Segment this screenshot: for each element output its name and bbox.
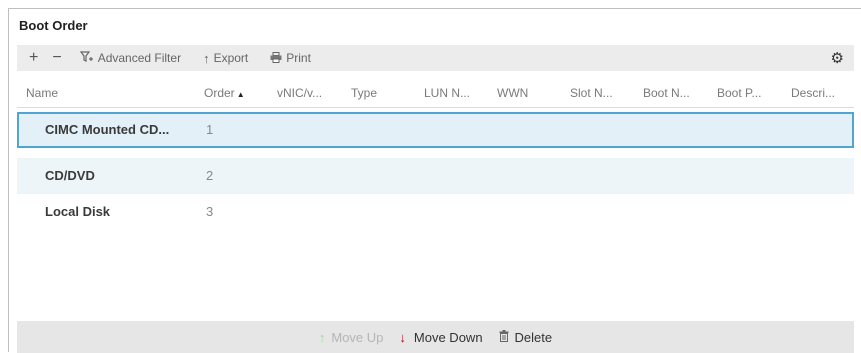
gear-icon[interactable]: ⚙ [831, 49, 844, 67]
column-header-description[interactable]: Descri... [791, 86, 835, 100]
row-order: 2 [206, 168, 214, 183]
filter-icon [79, 50, 94, 66]
footer-actions: ↑ Move Up ↓ Move Down Delete [17, 321, 854, 353]
row-order: 3 [206, 204, 214, 219]
move-down-label: Move Down [413, 329, 483, 345]
delete-button[interactable]: Delete [499, 329, 553, 345]
row-name: Local Disk [45, 204, 111, 219]
boot-order-panel: Boot Order + − Advanced Filter ↑ Export … [8, 8, 861, 353]
row-name: CIMC Mounted CD... [45, 122, 170, 137]
arrow-up-icon: ↑ [318, 329, 326, 345]
column-header-slot[interactable]: Slot N... [570, 86, 613, 100]
export-label: Export [213, 51, 249, 65]
move-up-label: Move Up [331, 329, 384, 345]
move-up-button[interactable]: ↑ Move Up [319, 330, 384, 345]
column-header-order[interactable]: Order ▲ [204, 86, 245, 100]
print-label: Print [286, 51, 311, 65]
column-header-wwn[interactable]: WWN [497, 86, 528, 100]
arrow-down-icon: ↓ [399, 329, 406, 345]
table-row[interactable]: Local Disk 3 [17, 194, 854, 230]
delete-label: Delete [514, 329, 553, 345]
print-button[interactable]: Print [270, 51, 311, 66]
remove-button[interactable]: − [52, 49, 61, 67]
column-header-boot-name[interactable]: Boot N... [643, 86, 690, 100]
column-header-vnic[interactable]: vNIC/v... [277, 86, 322, 100]
advanced-filter-button[interactable]: Advanced Filter [79, 50, 182, 66]
toolbar: + − Advanced Filter ↑ Export Print ⚙ [17, 45, 854, 71]
row-order: 1 [206, 122, 214, 137]
column-header-type[interactable]: Type [351, 86, 377, 100]
table-row[interactable]: CIMC Mounted CD... 1 [17, 112, 854, 148]
export-arrow-icon: ↑ [203, 50, 210, 66]
table-row[interactable]: CD/DVD 2 [17, 158, 854, 194]
trash-icon [499, 329, 509, 345]
advanced-filter-label: Advanced Filter [97, 51, 182, 65]
move-down-button[interactable]: ↓ Move Down [399, 330, 482, 345]
export-button[interactable]: ↑ Export [203, 51, 248, 66]
column-header-name[interactable]: Name [26, 86, 58, 100]
column-header-boot-path[interactable]: Boot P... [717, 86, 761, 100]
column-header-lun[interactable]: LUN N... [424, 86, 470, 100]
panel-title: Boot Order [19, 18, 88, 33]
table-header: Name Order ▲ vNIC/v... Type LUN N... WWN … [17, 79, 854, 108]
sort-ascending-icon: ▲ [236, 90, 245, 99]
print-icon [270, 51, 282, 66]
row-name: CD/DVD [45, 168, 95, 183]
add-button[interactable]: + [29, 49, 38, 67]
